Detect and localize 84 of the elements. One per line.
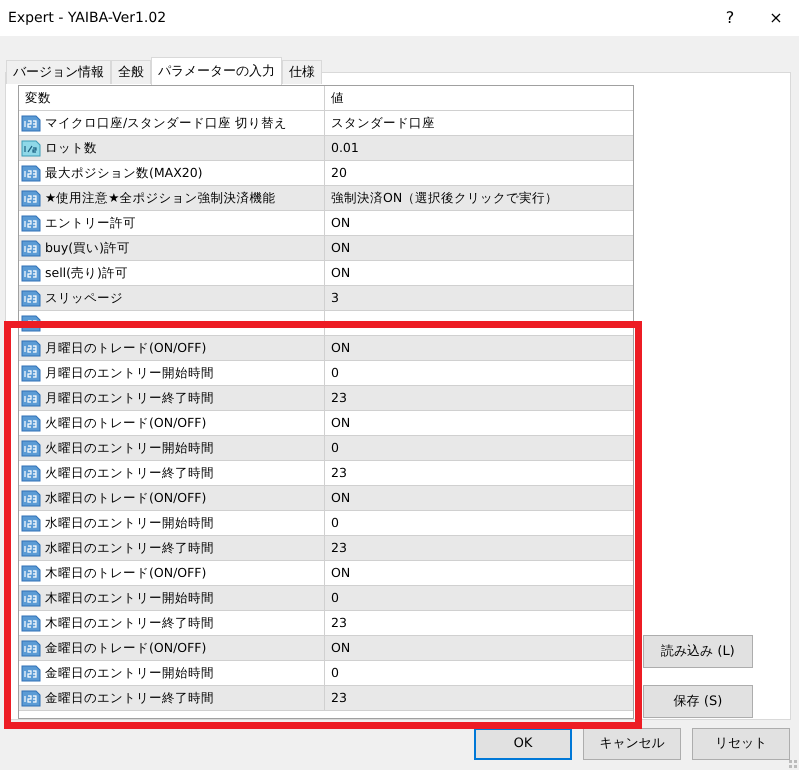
save-button[interactable]: 保存 (S) <box>643 685 753 718</box>
parameter-value[interactable]: 20 <box>331 164 347 182</box>
integer-type-icon <box>21 164 41 182</box>
parameter-name: 月曜日のエントリー終了時間 <box>45 388 214 407</box>
tab[interactable]: 仕様 <box>282 60 322 84</box>
close-button[interactable]: × <box>753 6 799 30</box>
parameter-name: 金曜日のエントリー開始時間 <box>45 664 214 682</box>
parameter-name: 水曜日のエントリー開始時間 <box>45 514 214 532</box>
parameter-name: 金曜日のエントリー終了時間 <box>45 688 214 707</box>
integer-type-icon <box>21 589 41 607</box>
column-header: 変数 <box>19 86 325 110</box>
parameter-name: sell(売り)許可 <box>45 264 128 282</box>
integer-type-icon <box>21 264 41 282</box>
parameter-value[interactable]: ON <box>331 488 350 508</box>
integer-type-icon <box>21 339 41 357</box>
parameter-value[interactable]: 0 <box>331 588 339 608</box>
integer-type-icon <box>21 514 41 532</box>
parameter-value[interactable]: 23 <box>331 388 347 408</box>
integer-type-icon <box>21 239 41 257</box>
parameter-name: ★使用注意★全ポジション強制決済機能 <box>45 188 276 207</box>
parameter-value[interactable]: ON <box>331 238 350 258</box>
parameter-value[interactable]: ON <box>331 338 350 358</box>
parameter-name: エントリー許可 <box>45 214 136 232</box>
integer-type-icon <box>21 389 41 407</box>
parameter-value[interactable]: 23 <box>331 614 347 632</box>
parameter-value[interactable]: スタンダード口座 <box>331 114 435 132</box>
column-header: 値 <box>330 88 345 107</box>
parameter-name: スリッページ <box>45 288 123 307</box>
parameter-value[interactable]: ON <box>331 214 350 232</box>
cancel-button[interactable]: キャンセル <box>583 728 681 760</box>
parameter-value[interactable]: ON <box>331 264 350 282</box>
parameter-name: 木曜日のトレード(ON/OFF) <box>45 564 206 582</box>
parameter-name: 金曜日のトレード(ON/OFF) <box>45 638 206 657</box>
integer-type-icon <box>21 489 41 507</box>
integer-type-icon <box>21 289 41 307</box>
integer-type-icon <box>21 439 41 457</box>
parameter-value[interactable]: 23 <box>331 688 347 708</box>
help-button[interactable]: ? <box>707 6 753 30</box>
parameter-name: 火曜日のエントリー終了時間 <box>45 464 214 482</box>
parameter-value[interactable]: 23 <box>331 464 347 482</box>
load-button[interactable]: 読み込み (L) <box>643 635 753 668</box>
parameter-value[interactable]: 0 <box>331 364 339 382</box>
integer-type-icon <box>21 664 41 682</box>
parameter-name: ロット数 <box>45 138 97 157</box>
integer-type-icon <box>21 539 41 557</box>
parameter-value[interactable]: 0.01 <box>331 138 359 158</box>
parameter-name: 木曜日のエントリー終了時間 <box>45 614 214 632</box>
parameter-name: 月曜日のトレード(ON/OFF) <box>45 338 206 357</box>
parameter-value[interactable]: ON <box>331 414 350 432</box>
integer-type-icon <box>21 464 41 482</box>
reset-button[interactable]: リセット <box>692 728 790 760</box>
parameter-value[interactable]: 0 <box>331 514 339 532</box>
parameter-value[interactable]: 3 <box>331 288 339 308</box>
integer-type-icon <box>21 114 41 132</box>
integer-type-icon <box>21 414 41 432</box>
parameter-value[interactable]: ON <box>331 638 350 658</box>
parameter-name: 火曜日のエントリー開始時間 <box>45 438 214 457</box>
ok-button[interactable]: OK <box>474 728 572 760</box>
parameter-value[interactable]: 0 <box>331 664 339 682</box>
parameter-value[interactable]: ON <box>331 564 350 582</box>
tab[interactable]: バージョン情報 <box>6 60 111 84</box>
integer-type-icon <box>21 689 41 707</box>
parameter-name: 火曜日のトレード(ON/OFF) <box>45 414 206 432</box>
resize-grip-icon <box>789 760 797 768</box>
integer-type-icon <box>21 614 41 632</box>
integer-type-icon <box>21 214 41 232</box>
parameter-name: buy(買い)許可 <box>45 238 130 257</box>
tab[interactable]: パラメーターの入力 <box>151 57 282 85</box>
parameter-name: 最大ポジション数(MAX20) <box>45 164 203 182</box>
integer-type-icon <box>21 364 41 382</box>
parameter-value[interactable]: 強制決済ON（選択後クリックで実行） <box>331 188 558 208</box>
parameter-name: 月曜日のエントリー開始時間 <box>45 364 214 382</box>
tab[interactable]: 全般 <box>111 60 151 84</box>
parameter-name: 水曜日のエントリー終了時間 <box>45 538 214 557</box>
parameter-name: 木曜日のエントリー開始時間 <box>45 588 214 607</box>
parameter-name: 水曜日のトレード(ON/OFF) <box>45 488 206 507</box>
parameter-value[interactable]: 23 <box>331 538 347 558</box>
integer-type-icon <box>21 189 41 207</box>
integer-type-icon <box>21 639 41 657</box>
parameter-name: マイクロ口座/スタンダード口座 切り替え <box>45 114 288 132</box>
integer-type-icon <box>21 564 41 582</box>
fraction-type-icon <box>21 139 41 157</box>
window-title: Expert - YAIBA-Ver1.02 <box>8 8 168 28</box>
parameter-value[interactable]: 0 <box>331 438 339 458</box>
